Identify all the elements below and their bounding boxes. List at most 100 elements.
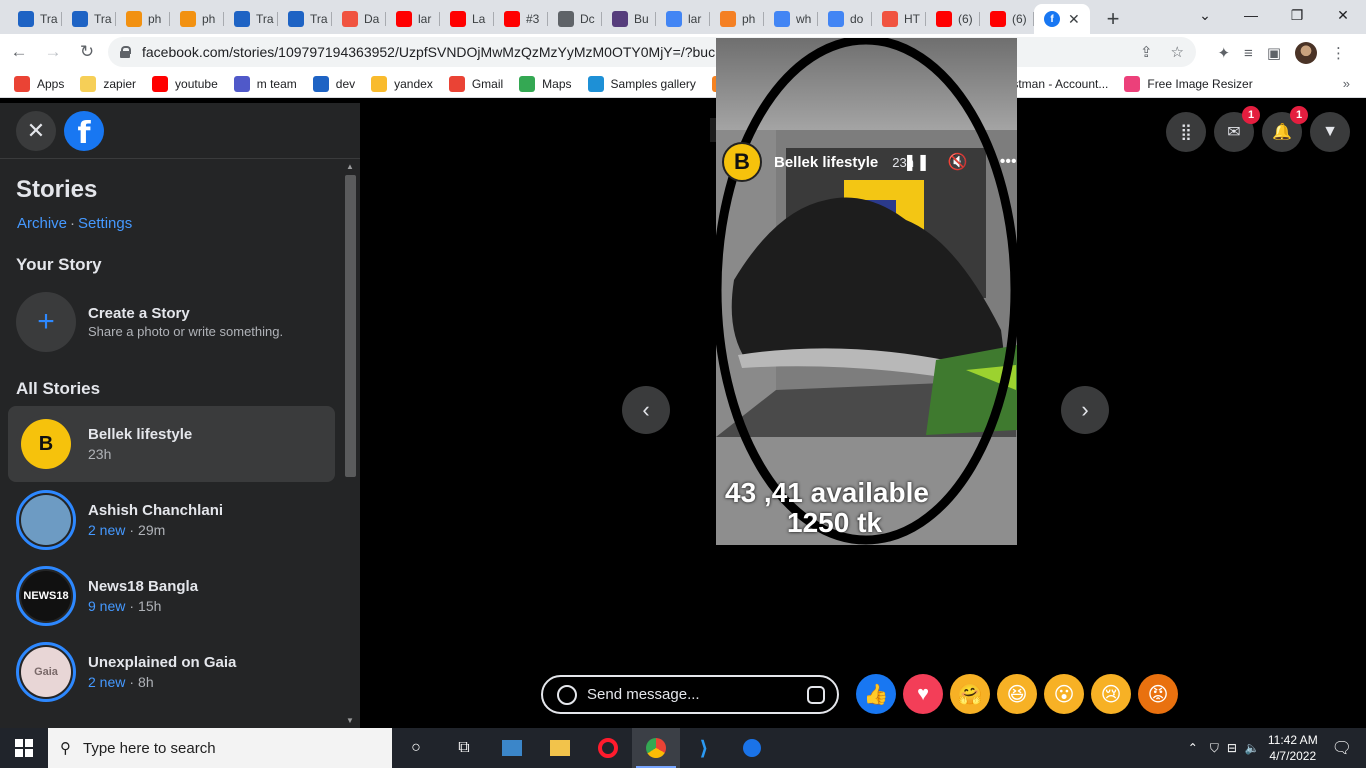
share-icon[interactable]: ⇪	[1140, 43, 1153, 61]
wow-reaction[interactable]: 😮	[1044, 674, 1084, 714]
next-story-button[interactable]: ›	[1061, 386, 1109, 434]
story-list-item[interactable]: NEWS18 News18 Bangla 9 new · 15h	[8, 558, 335, 634]
browser-tab[interactable]: (6)	[926, 4, 980, 34]
chrome-icon[interactable]	[632, 728, 680, 768]
browser-tab[interactable]: Tra	[278, 4, 332, 34]
maps-app-icon[interactable]	[728, 728, 776, 768]
browser-tab[interactable]: Tra	[224, 4, 278, 34]
send-message-field[interactable]: Send message...	[541, 675, 839, 714]
network-icon[interactable]: ⊟	[1227, 741, 1237, 755]
browser-tab[interactable]: lar	[386, 4, 440, 34]
side-panel-icon[interactable]: ▣	[1267, 44, 1281, 62]
close-tab-icon[interactable]: ✕	[1068, 11, 1080, 28]
scroll-up-icon[interactable]: ▲	[346, 162, 354, 171]
bellek-logo-avatar[interactable]: B	[722, 142, 762, 182]
haha-reaction[interactable]: 😆	[997, 674, 1037, 714]
browser-tab[interactable]: lar	[656, 4, 710, 34]
taskbar-search[interactable]: ⚲ Type here to search	[48, 728, 392, 768]
tab-active-facebook[interactable]: f ✕	[1034, 4, 1090, 34]
browser-tab[interactable]: Dc	[548, 4, 602, 34]
browser-tab[interactable]: wh	[764, 4, 818, 34]
back-button[interactable]: ←	[4, 37, 34, 67]
previous-story-button[interactable]: ‹	[622, 386, 670, 434]
bookmark-item[interactable]: Maps	[519, 75, 572, 92]
bookmark-item[interactable]: Gmail	[448, 75, 503, 92]
bookmark-item[interactable]: Free Image Resizer	[1124, 75, 1253, 92]
account-menu-button[interactable]: ▼	[1310, 112, 1350, 152]
browser-tab[interactable]: ph	[710, 4, 764, 34]
browser-tab[interactable]: Bu	[602, 4, 656, 34]
browser-tab[interactable]: (6)	[980, 4, 1034, 34]
minimize-button[interactable]: —	[1228, 0, 1274, 30]
settings-link[interactable]: Settings	[78, 215, 132, 232]
media-control-icon[interactable]: ≡	[1244, 45, 1253, 62]
file-explorer-icon[interactable]	[536, 728, 584, 768]
messenger-button[interactable]: ✉ 1	[1214, 106, 1260, 152]
like-reaction[interactable]: 👍	[856, 674, 896, 714]
pause-icon[interactable]: ❚❚	[903, 152, 930, 172]
love-reaction[interactable]: ♥	[903, 674, 943, 714]
calculator-app-icon[interactable]	[488, 728, 536, 768]
archive-link[interactable]: Archive	[17, 215, 67, 232]
bookmark-star-icon[interactable]: ☆	[1171, 43, 1184, 61]
bookmark-item[interactable]: youtube	[152, 75, 218, 92]
create-story-item[interactable]: + Create a Story Share a photo or write …	[16, 292, 283, 352]
chrome-menu-icon[interactable]: ⋮	[1331, 44, 1346, 62]
angry-reaction[interactable]: 😡	[1138, 674, 1178, 714]
browser-tab[interactable]: ph	[116, 4, 170, 34]
bookmark-item[interactable]: dev	[312, 75, 355, 92]
bookmark-item[interactable]: yandex	[371, 75, 433, 92]
restore-button[interactable]: ❐	[1274, 0, 1320, 30]
browser-tab[interactable]: do	[818, 4, 872, 34]
menu-grid-button[interactable]: ⣿	[1166, 112, 1206, 152]
more-options-icon[interactable]: •••	[1000, 153, 1017, 171]
bookmark-item[interactable]: m team	[233, 75, 297, 92]
vscode-icon[interactable]: ⟩	[680, 728, 728, 768]
address-bar[interactable]: facebook.com/stories/109797194363952/Uzp…	[108, 37, 1196, 67]
new-tab-button[interactable]: +	[1098, 4, 1128, 34]
story-page-name[interactable]: Bellek lifestyle	[774, 154, 878, 171]
bookmarks-overflow-icon[interactable]: »	[1343, 76, 1350, 91]
browser-tab[interactable]: La	[440, 4, 494, 34]
profile-avatar[interactable]	[1295, 42, 1317, 64]
bookmark-item[interactable]: Apps	[14, 75, 64, 92]
facebook-logo-icon[interactable]: f	[64, 110, 104, 151]
browser-tab[interactable]: ph	[170, 4, 224, 34]
browser-tab[interactable]: Tra	[8, 4, 62, 34]
start-button[interactable]	[0, 728, 48, 768]
opera-icon[interactable]	[584, 728, 632, 768]
extensions-puzzle-icon[interactable]: ✦	[1217, 44, 1230, 62]
volume-icon[interactable]: 🔈	[1245, 741, 1260, 755]
notifications-button[interactable]: 🔔 1	[1262, 106, 1308, 152]
action-center-icon[interactable]: 🗨	[1332, 738, 1352, 758]
forward-button[interactable]: →	[38, 37, 68, 67]
task-view-icon[interactable]: ⧉	[440, 728, 488, 768]
story-card[interactable]	[716, 38, 1017, 545]
story-list-item[interactable]: Gaia Unexplained on Gaia 2 new · 8h	[8, 634, 335, 710]
new-count: 9 new	[88, 598, 126, 614]
browser-tab[interactable]: #3	[494, 4, 548, 34]
tray-chevron-up-icon[interactable]: ⌃	[1188, 741, 1198, 755]
new-count: 2 new	[88, 522, 126, 538]
mute-icon[interactable]: 🔇	[948, 152, 968, 172]
story-list-item[interactable]: B Bellek lifestyle 23h	[8, 406, 335, 482]
close-window-button[interactable]: ✕	[1320, 0, 1366, 30]
close-stories-button[interactable]: ✕	[16, 110, 56, 151]
bookmark-item[interactable]: zapier	[80, 75, 136, 92]
sticker-icon[interactable]	[807, 686, 825, 704]
cortana-icon[interactable]: ○	[392, 728, 440, 768]
browser-tab[interactable]: Tra	[62, 4, 116, 34]
browser-tab[interactable]: HT	[872, 4, 926, 34]
browser-tab[interactable]: Da	[332, 4, 386, 34]
care-reaction[interactable]: 🤗	[950, 674, 990, 714]
reload-button[interactable]: ↻	[72, 37, 102, 67]
story-list-item[interactable]: Ashish Chanchlani 2 new · 29m	[8, 482, 335, 558]
bookmark-item[interactable]: Samples gallery	[587, 75, 696, 92]
scrollbar-thumb[interactable]	[345, 175, 356, 477]
sad-reaction[interactable]: 😢	[1091, 674, 1131, 714]
tray-security-icon[interactable]: ⛉	[1210, 741, 1219, 756]
tab-search-icon[interactable]: ⌄	[1182, 0, 1228, 30]
taskbar-clock[interactable]: 11:42 AM 4/7/2022	[1268, 732, 1318, 764]
sidebar-scrollbar[interactable]: ▲ ▼	[343, 159, 358, 728]
scroll-down-icon[interactable]: ▼	[346, 716, 354, 725]
